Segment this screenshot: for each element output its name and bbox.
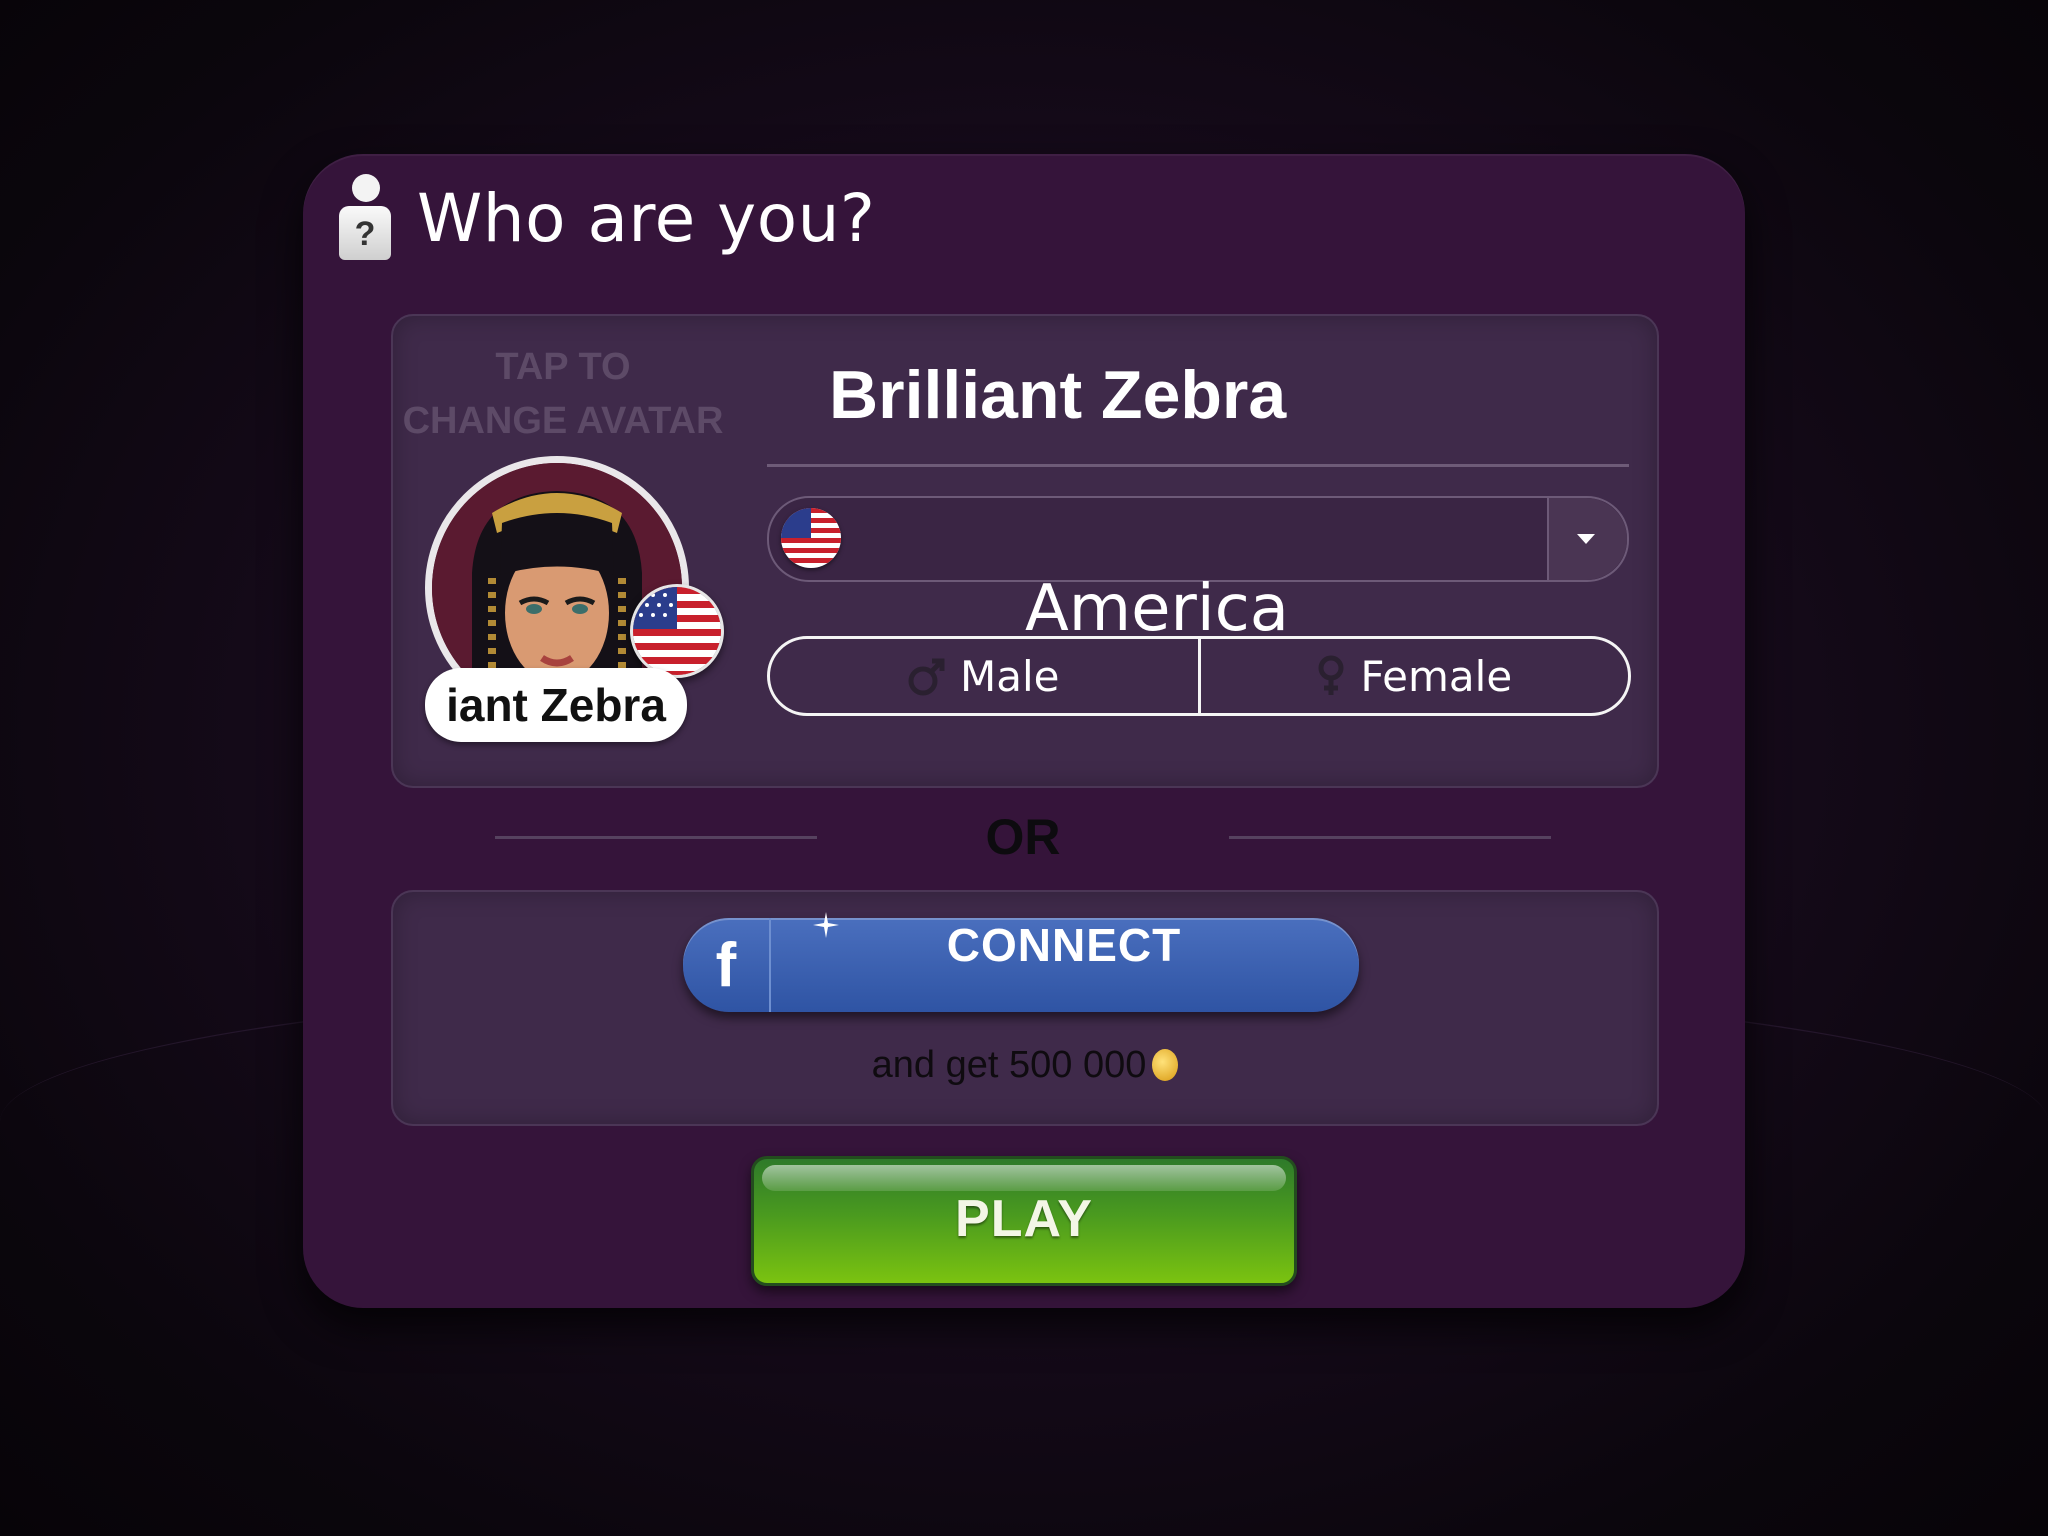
play-button[interactable]: PLAY	[751, 1156, 1297, 1286]
dialog-title: Who are you?	[417, 179, 876, 257]
reward-label: and get 500 000	[871, 1044, 1147, 1086]
avatar-button[interactable]: iant Zebra	[425, 456, 735, 756]
gender-male-label: Male	[960, 651, 1060, 701]
country-label: America	[1025, 572, 1289, 646]
gender-selector: Male Female	[767, 636, 1631, 716]
tap-hint-line1: TAP TO	[495, 346, 631, 388]
player-name-input[interactable]: Brilliant Zebra	[829, 356, 1286, 434]
male-symbol-icon	[908, 658, 945, 696]
tap-hint-line2: CHANGE AVATAR	[402, 400, 724, 442]
country-dropdown[interactable]	[767, 496, 1629, 582]
or-label: OR	[985, 809, 1061, 865]
user-question-icon: ?	[335, 172, 395, 264]
tap-to-change-avatar-hint: TAP TO CHANGE AVATAR	[393, 340, 733, 448]
coin-icon	[1152, 1049, 1179, 1081]
facebook-connect-label: CONNECT	[946, 919, 1182, 971]
gender-female-label: Female	[1360, 651, 1513, 701]
or-line-right	[1229, 836, 1551, 839]
facebook-icon: f	[683, 918, 771, 1012]
facebook-reward-text: and get 500 000	[393, 1044, 1657, 1087]
female-symbol-icon	[1318, 655, 1344, 695]
or-line-left	[495, 836, 817, 839]
gender-male-option[interactable]: Male	[770, 639, 1198, 713]
dialog-header: ? Who are you?	[335, 168, 875, 268]
who-are-you-dialog: ? Who are you? TAP TO CHANGE AVATAR iant…	[303, 154, 1745, 1308]
or-separator: OR	[303, 804, 1745, 865]
facebook-card: f CONNECT and get 500 000	[391, 890, 1659, 1126]
us-flag-icon	[781, 508, 841, 568]
facebook-connect-button[interactable]: f CONNECT	[683, 912, 1359, 1012]
avatar-name-badge: iant Zebra	[425, 668, 687, 742]
gender-female-option[interactable]: Female	[1197, 639, 1629, 713]
dropdown-arrow-button[interactable]	[1547, 498, 1627, 580]
chevron-down-icon	[1577, 534, 1595, 544]
play-button-gloss	[762, 1165, 1286, 1191]
avatar-us-flag-icon	[630, 584, 724, 678]
name-underline	[767, 464, 1629, 467]
profile-card: TAP TO CHANGE AVATAR iant Zebra Brillian…	[391, 314, 1659, 788]
play-label: PLAY	[955, 1190, 1093, 1248]
